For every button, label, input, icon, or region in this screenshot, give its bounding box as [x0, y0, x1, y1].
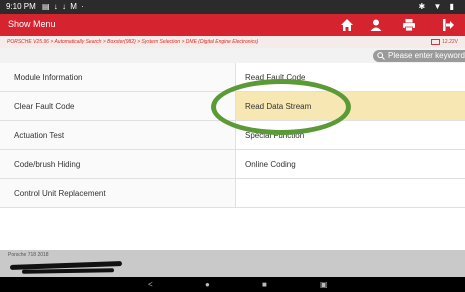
- menu-item-code-brush-hiding[interactable]: Code/brush Hiding: [0, 150, 236, 179]
- printer-icon: [403, 19, 415, 32]
- breadcrumb: PORSCHE V25.96 > Automatically Search > …: [0, 36, 465, 48]
- voltage-value: 12.22V: [442, 39, 458, 45]
- vehicle-name: Porsche 718 2018: [8, 252, 49, 258]
- search-input[interactable]: Please enter keyword: [373, 50, 465, 62]
- status-time: 9:10 PM: [6, 2, 36, 11]
- menu-item-online-coding[interactable]: Online Coding: [236, 150, 465, 179]
- menu-item-clear-fault-code[interactable]: Clear Fault Code: [0, 92, 236, 121]
- empty-area: [0, 210, 465, 250]
- home-icon: [341, 19, 353, 31]
- annotation-circle: [211, 79, 351, 135]
- exit-button[interactable]: [439, 17, 457, 33]
- android-nav-bar: < ● ■ ▣: [0, 277, 465, 292]
- redaction-mark: [21, 268, 115, 274]
- battery-icon: [431, 38, 441, 45]
- search-placeholder: Please enter keyword: [388, 51, 465, 60]
- menu-item-actuation-test[interactable]: Actuation Test: [0, 121, 236, 150]
- recent-apps-icon[interactable]: ■: [262, 280, 267, 289]
- page-title: Show Menu: [8, 19, 56, 29]
- profile-button[interactable]: [367, 17, 385, 33]
- battery-voltage: 12.22V: [431, 36, 458, 48]
- menu-item-empty: [236, 179, 465, 208]
- exit-icon: [443, 19, 454, 31]
- notification-icons: ▤ ↓ ↓ M ·: [42, 2, 85, 11]
- print-button[interactable]: [400, 17, 418, 33]
- breadcrumb-path: PORSCHE V25.96 > Automatically Search > …: [7, 39, 259, 45]
- system-status-icons: ✱ ▼ ▮: [418, 2, 457, 11]
- back-icon[interactable]: <: [148, 280, 153, 289]
- menu-item-module-information[interactable]: Module Information: [0, 63, 236, 92]
- app-screen: 9:10 PM ▤ ↓ ↓ M · ✱ ▼ ▮ Show Menu PORSCH…: [0, 0, 465, 292]
- home-circle-icon[interactable]: ●: [205, 280, 210, 289]
- status-bar: 9:10 PM ▤ ↓ ↓ M · ✱ ▼ ▮: [0, 0, 465, 14]
- home-button[interactable]: [338, 17, 356, 33]
- function-menu: Module Information Read Fault Code Clear…: [0, 63, 465, 210]
- menu-item-control-unit-replacement[interactable]: Control Unit Replacement: [0, 179, 236, 208]
- vehicle-info-bar: Porsche 718 2018: [0, 250, 465, 277]
- screenshot-icon[interactable]: ▣: [320, 280, 328, 289]
- search-icon: [377, 52, 385, 60]
- top-bar: Show Menu: [0, 14, 465, 36]
- user-icon: [370, 19, 382, 31]
